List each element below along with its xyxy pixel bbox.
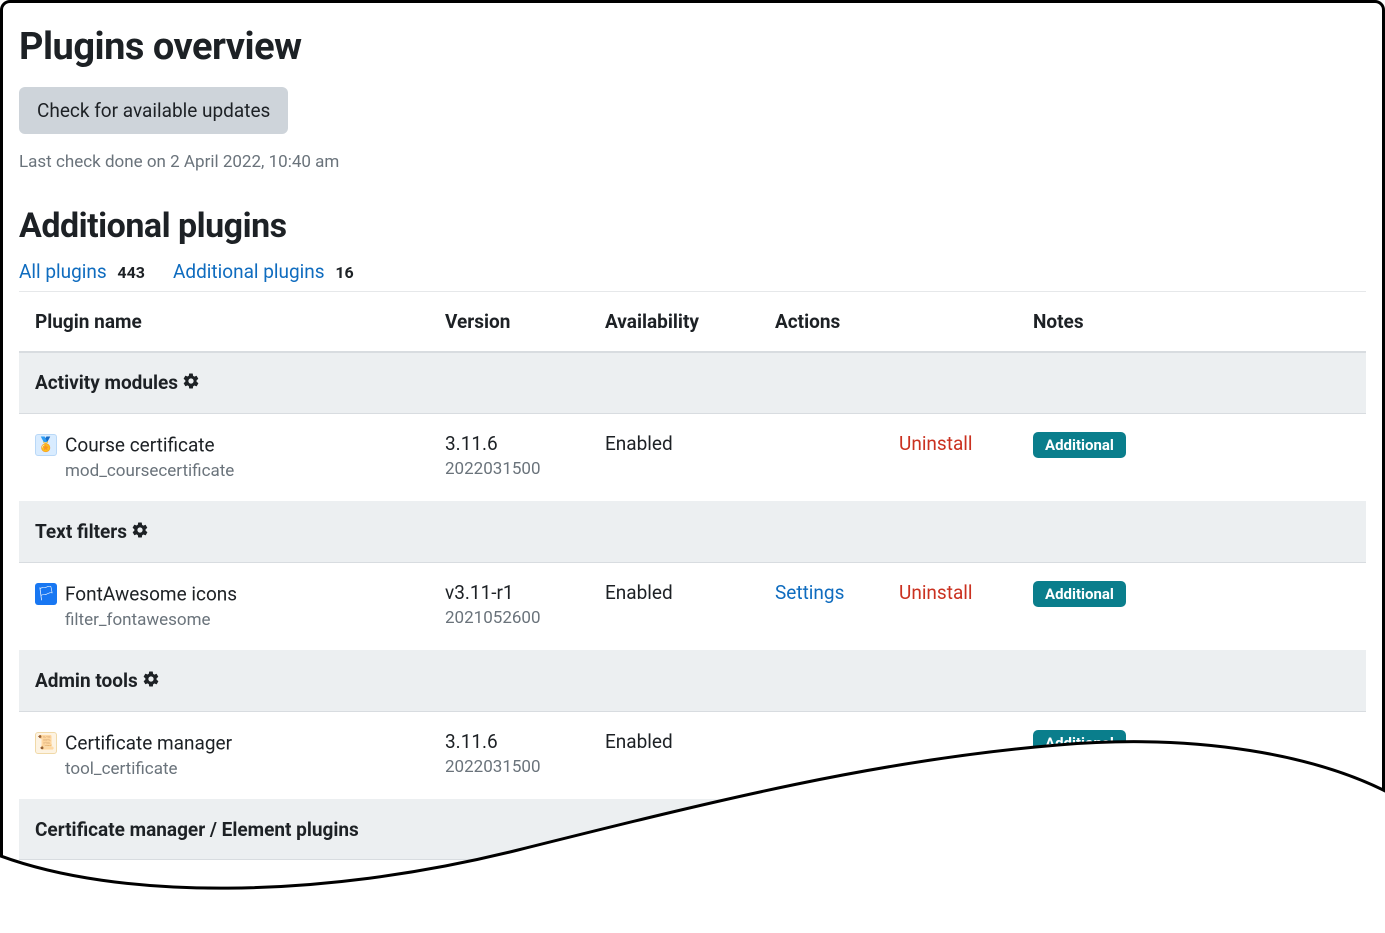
col-version: Version — [429, 292, 589, 352]
table-header-row: Plugin name Version Availability Actions… — [19, 292, 1366, 352]
category-title: Text filters — [19, 501, 1366, 562]
additional-badge: Additional — [1033, 581, 1126, 607]
col-plugin-name: Plugin name — [19, 292, 429, 352]
plugin-version: 3.11.6 — [445, 432, 498, 455]
plugin-version-cell: 3.11.6 2022031500 — [429, 414, 589, 501]
table-row: 🏳FontAwesome iconsfilter_fontawesomev3.1… — [19, 563, 1366, 650]
plugins-overview-page: Plugins overview Check for available upd… — [0, 0, 1385, 903]
plugin-version-sub: 2022031500 — [445, 757, 573, 777]
plugin-actions-cell: Uninstall — [759, 414, 1017, 501]
plugin-version-sub: 2021052600 — [445, 608, 573, 628]
plugin-actions-cell — [759, 712, 1017, 799]
plugin-notes-cell: Additional — [1017, 414, 1366, 501]
category-row: Text filters — [19, 501, 1366, 562]
tab-additional-plugins-label: Additional plugins — [173, 260, 325, 283]
plugin-name-cell: 🏳FontAwesome iconsfilter_fontawesome — [19, 563, 429, 650]
plugin-availability: Enabled — [589, 712, 759, 799]
plugin-tech-name: tool_certificate — [65, 759, 413, 779]
col-actions: Actions — [759, 292, 1017, 352]
plugin-display-name: FontAwesome icons — [65, 583, 237, 606]
plugin-name-cell: 🏅Course certificatemod_coursecertificate — [19, 414, 429, 501]
tab-additional-plugins-count: 16 — [335, 263, 353, 282]
category-title: Certificate manager / Element plugins — [19, 799, 1366, 859]
plugins-table: Plugin name Version Availability Actions… — [19, 292, 1366, 860]
tab-all-plugins[interactable]: All plugins 443 — [19, 260, 145, 283]
plugin-actions-cell: Settings Uninstall — [759, 563, 1017, 650]
category-title: Admin tools — [19, 650, 1366, 711]
plugin-version-cell: 3.11.6 2022031500 — [429, 712, 589, 799]
category-row: Activity modules — [19, 352, 1366, 414]
col-notes: Notes — [1017, 292, 1366, 352]
plugin-availability: Enabled — [589, 563, 759, 650]
category-row: Certificate manager / Element plugins — [19, 799, 1366, 859]
plugin-version: 3.11.6 — [445, 730, 498, 753]
additional-badge: Additional — [1033, 432, 1126, 458]
uninstall-link[interactable]: Uninstall — [899, 432, 973, 455]
plugin-display-name: Course certificate — [65, 434, 215, 457]
plugin-tabs: All plugins 443 Additional plugins 16 — [19, 260, 1366, 292]
plugin-notes-cell: Additional — [1017, 563, 1366, 650]
last-check-text: Last check done on 2 April 2022, 10:40 a… — [19, 152, 1366, 172]
plugin-version-cell: v3.11-r1 2021052600 — [429, 563, 589, 650]
category-title: Activity modules — [19, 352, 1366, 414]
plugin-tech-name: filter_fontawesome — [65, 610, 413, 630]
check-updates-button[interactable]: Check for available updates — [19, 87, 288, 134]
plugin-availability: Enabled — [589, 414, 759, 501]
additional-plugins-heading: Additional plugins — [19, 206, 1366, 246]
page-title: Plugins overview — [19, 25, 1366, 69]
gear-icon[interactable] — [182, 372, 200, 395]
settings-link[interactable]: Settings — [775, 581, 844, 604]
col-availability: Availability — [589, 292, 759, 352]
category-row: Admin tools — [19, 650, 1366, 711]
table-row: 📜Certificate managertool_certificate3.11… — [19, 712, 1366, 799]
plugin-notes-cell: Additional — [1017, 712, 1366, 799]
additional-badge: Additional — [1033, 730, 1126, 756]
plugin-tech-name: mod_coursecertificate — [65, 461, 413, 481]
tab-all-plugins-count: 443 — [117, 263, 145, 282]
plugin-name-cell: 📜Certificate managertool_certificate — [19, 712, 429, 799]
gear-icon[interactable] — [142, 670, 160, 693]
tab-additional-plugins[interactable]: Additional plugins 16 — [173, 260, 354, 283]
uninstall-link[interactable]: Uninstall — [899, 581, 973, 604]
plugin-version-sub: 2022031500 — [445, 459, 573, 479]
tab-all-plugins-label: All plugins — [19, 260, 107, 283]
gear-icon[interactable] — [131, 521, 149, 544]
plugin-version: v3.11-r1 — [445, 581, 514, 604]
plugin-display-name: Certificate manager — [65, 732, 232, 755]
table-row: 🏅Course certificatemod_coursecertificate… — [19, 414, 1366, 501]
